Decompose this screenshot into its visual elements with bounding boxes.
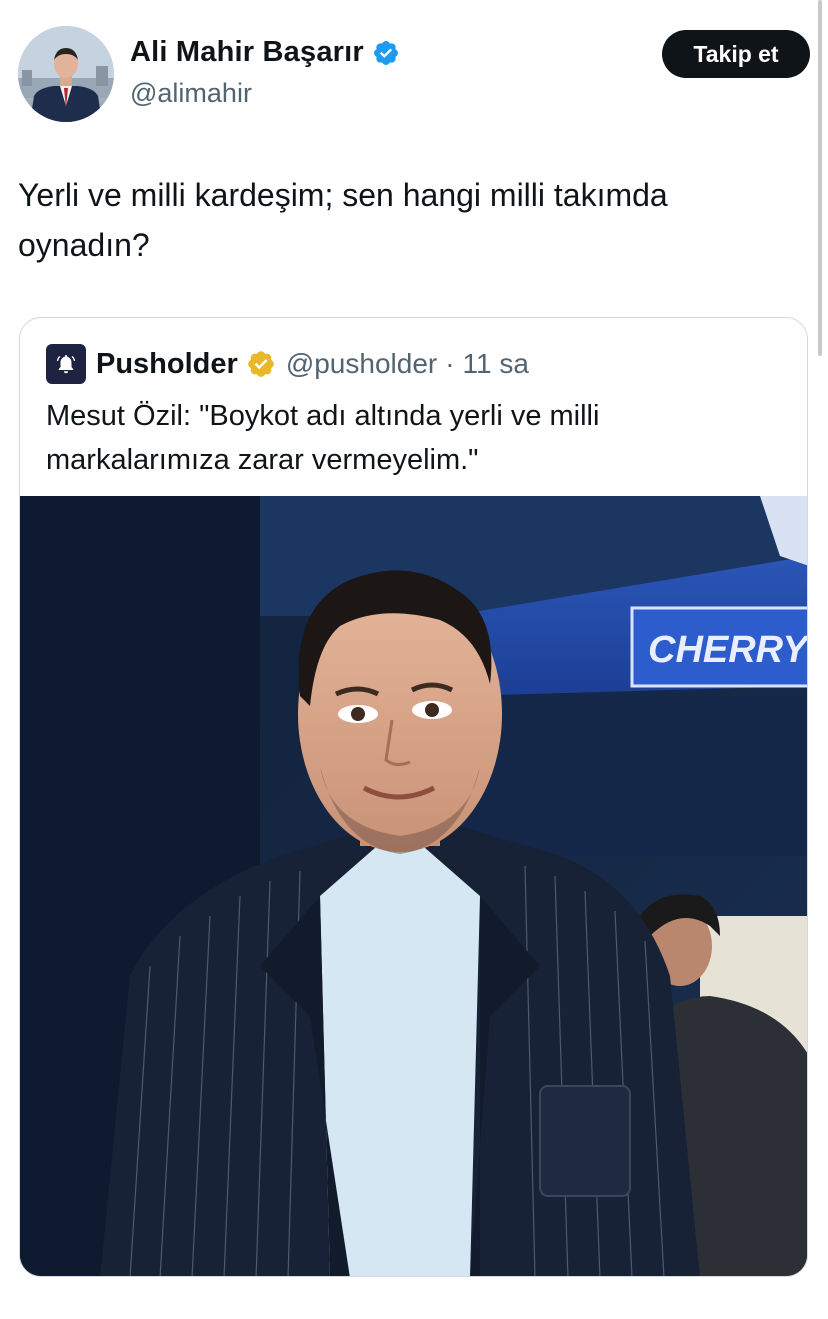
gold-verified-badge-icon <box>246 349 276 379</box>
quoted-author-name[interactable]: Pusholder <box>96 348 238 381</box>
avatar[interactable] <box>18 26 114 122</box>
follow-button[interactable]: Takip et <box>662 30 810 78</box>
quoted-author-handle[interactable]: @pusholder <box>286 348 437 380</box>
quoted-tweet-image[interactable]: CHERRY <box>20 496 808 1276</box>
separator-dot: · <box>445 348 455 379</box>
awning-sign-text: CHERRY <box>648 629 808 671</box>
scrollbar[interactable] <box>818 0 822 356</box>
quoted-timestamp[interactable]: 11 sa <box>463 348 529 380</box>
author-handle[interactable]: @alimahir <box>130 78 252 109</box>
author-display-name[interactable]: Ali Mahir Başarır <box>130 36 364 69</box>
quoted-tweet-text: Mesut Özil: "Boykot adı altında yerli ve… <box>46 400 600 476</box>
quoted-tweet-header: Pusholder @pusholder · 11 sa <box>46 344 529 384</box>
quoted-tweet-card[interactable]: Pusholder @pusholder · 11 sa Mesut Özil:… <box>19 317 808 1277</box>
tweet-text: Yerli ve milli kardeşim; sen hangi milli… <box>18 177 668 263</box>
bell-logo-icon[interactable] <box>46 344 86 384</box>
tweet-header: Ali Mahir Başarır @alimahir Takip et <box>18 24 810 124</box>
verified-badge-icon <box>372 39 400 67</box>
